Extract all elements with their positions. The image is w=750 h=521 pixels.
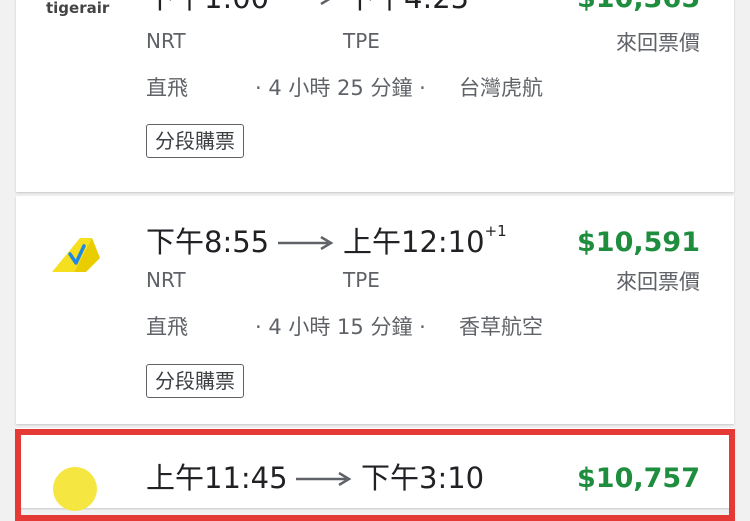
stops-text: 直飛: [146, 315, 188, 339]
flight-price: $10,591: [577, 227, 700, 258]
depart-time: 下午1:00: [146, 0, 269, 13]
arrive-time: 下午4:25: [346, 0, 469, 13]
arrive-time: 上午12:10+1: [343, 222, 507, 259]
arrow-right-icon: [320, 0, 331, 5]
depart-time: 上午11:45: [146, 461, 288, 495]
arrow-right-icon: [278, 236, 334, 250]
price-label: 來回票價: [616, 270, 700, 294]
flight-price: $10,757: [577, 463, 700, 494]
separate-tickets-badge: 分段購票: [146, 124, 244, 158]
duration-text: · 4 小時 25 分鐘 ·: [255, 76, 426, 100]
flight-price: $10,365: [577, 0, 700, 12]
airline-name: 台灣虎航: [459, 76, 543, 100]
arrow-right-icon: [296, 472, 352, 486]
flight-result-card[interactable]: tigerair 下午1:00 下午4:25 NRT TPE $10,365 來…: [16, 0, 734, 192]
arrive-time: 下午3:10: [361, 461, 485, 495]
destination-airport: TPE: [343, 268, 380, 292]
origin-airport: NRT: [146, 268, 186, 292]
tigerair-logo-icon: tigerair: [46, 0, 110, 17]
vanilla-air-logo-icon: [52, 238, 100, 272]
destination-airport: TPE: [343, 29, 380, 53]
airline-name: 香草航空: [459, 315, 543, 339]
separate-tickets-badge: 分段購票: [146, 364, 244, 398]
duration-text: · 4 小時 15 分鐘 ·: [255, 315, 426, 339]
price-label: 來回票價: [616, 31, 700, 55]
flight-result-card[interactable]: 上午11:45 下午3:10 $10,757: [16, 428, 734, 511]
depart-time: 下午8:55: [146, 225, 270, 259]
flight-result-card[interactable]: 下午8:55 上午12:10+1 NRT TPE $10,591 來回票價 直飛…: [16, 196, 734, 424]
stops-text: 直飛: [146, 76, 188, 100]
origin-airport: NRT: [146, 29, 186, 53]
airline-logo-icon: [53, 467, 97, 511]
next-day-indicator: +1: [484, 222, 507, 240]
